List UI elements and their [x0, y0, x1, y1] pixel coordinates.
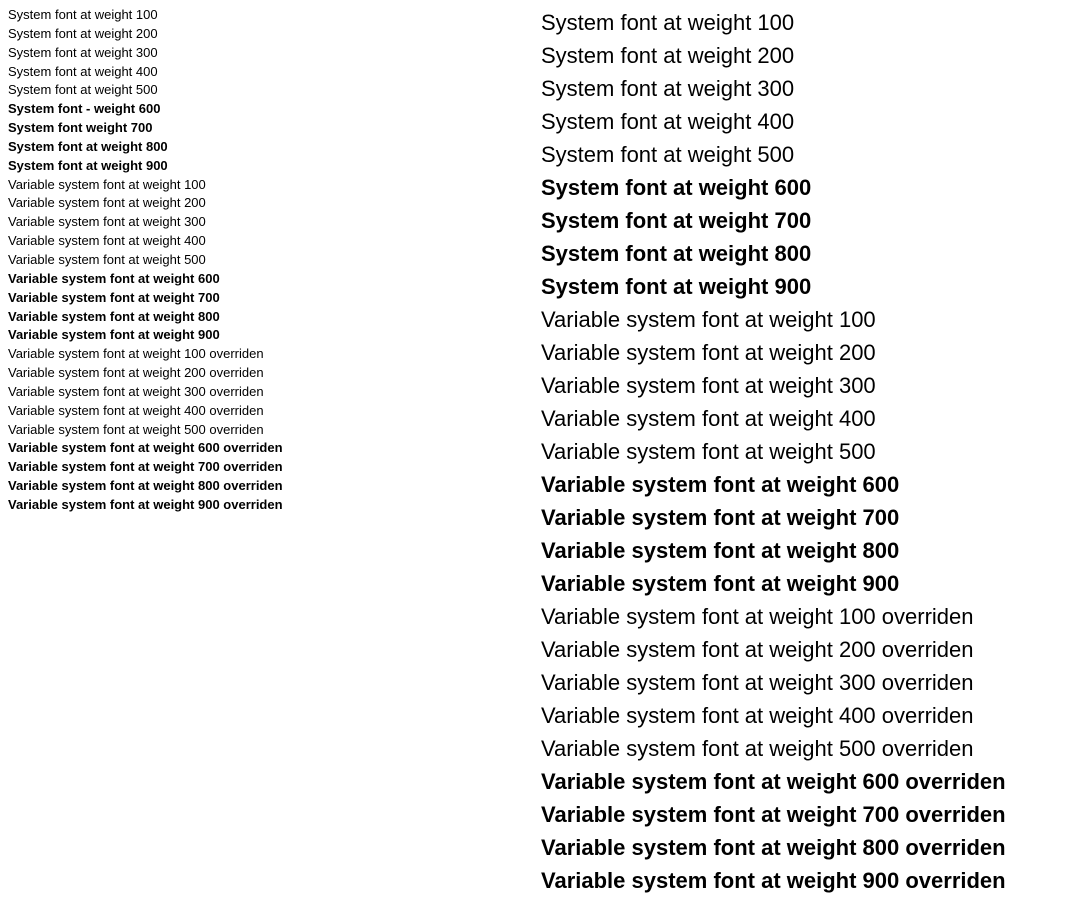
font-weight-line: System font at weight 100: [8, 6, 525, 25]
right-column: System font at weight 100System font at …: [533, 6, 1058, 897]
font-weight-line-large: System font at weight 500: [541, 138, 1058, 171]
font-weight-line-large: Variable system font at weight 400: [541, 402, 1058, 435]
font-weight-line-large: Variable system font at weight 700: [541, 501, 1058, 534]
font-weight-line: Variable system font at weight 600: [8, 270, 525, 289]
font-weight-line: Variable system font at weight 300: [8, 213, 525, 232]
font-weight-line-large: System font at weight 200: [541, 39, 1058, 72]
font-weight-line: System font at weight 300: [8, 44, 525, 63]
font-weight-line: System font at weight 400: [8, 63, 525, 82]
font-weight-line-large: Variable system font at weight 300: [541, 369, 1058, 402]
font-weight-line-large: Variable system font at weight 600 overr…: [541, 765, 1058, 798]
font-weight-line: System font - weight 600: [8, 100, 525, 119]
font-weight-line-large: System font at weight 700: [541, 204, 1058, 237]
font-weight-line: Variable system font at weight 100: [8, 176, 525, 195]
font-weight-line: System font at weight 800: [8, 138, 525, 157]
font-weight-line-large: Variable system font at weight 800: [541, 534, 1058, 567]
font-weight-line: Variable system font at weight 900: [8, 326, 525, 345]
font-weight-line: Variable system font at weight 800: [8, 308, 525, 327]
font-weight-line-large: Variable system font at weight 800 overr…: [541, 831, 1058, 864]
font-weight-line-large: Variable system font at weight 600: [541, 468, 1058, 501]
font-weight-line-large: System font at weight 900: [541, 270, 1058, 303]
font-weight-line-large: System font at weight 800: [541, 237, 1058, 270]
font-weight-line-large: System font at weight 300: [541, 72, 1058, 105]
font-weight-line-large: Variable system font at weight 500 overr…: [541, 732, 1058, 765]
font-weight-line-large: System font at weight 100: [541, 6, 1058, 39]
font-weight-line-large: System font at weight 600: [541, 171, 1058, 204]
font-weight-line: System font at weight 500: [8, 81, 525, 100]
font-weight-line: System font weight 700: [8, 119, 525, 138]
font-weight-line-large: Variable system font at weight 400 overr…: [541, 699, 1058, 732]
font-weight-line-large: Variable system font at weight 200: [541, 336, 1058, 369]
font-weight-line: Variable system font at weight 700 overr…: [8, 458, 525, 477]
font-weight-line-large: System font at weight 400: [541, 105, 1058, 138]
font-weight-line-large: Variable system font at weight 300 overr…: [541, 666, 1058, 699]
font-weight-line-large: Variable system font at weight 100: [541, 303, 1058, 336]
font-weight-line: Variable system font at weight 900 overr…: [8, 496, 525, 515]
font-weight-line: Variable system font at weight 500: [8, 251, 525, 270]
font-weight-line-large: Variable system font at weight 100 overr…: [541, 600, 1058, 633]
left-column: System font at weight 100System font at …: [8, 6, 533, 897]
font-weight-line-large: Variable system font at weight 700 overr…: [541, 798, 1058, 831]
font-weight-line: Variable system font at weight 500 overr…: [8, 421, 525, 440]
font-weight-line: System font at weight 200: [8, 25, 525, 44]
font-weight-line: Variable system font at weight 800 overr…: [8, 477, 525, 496]
font-weight-line: Variable system font at weight 700: [8, 289, 525, 308]
font-weight-line: System font at weight 900: [8, 157, 525, 176]
font-weight-line: Variable system font at weight 200 overr…: [8, 364, 525, 383]
font-weight-line: Variable system font at weight 400 overr…: [8, 402, 525, 421]
font-weight-line-large: Variable system font at weight 500: [541, 435, 1058, 468]
font-weight-line-large: Variable system font at weight 900: [541, 567, 1058, 600]
font-weight-line: Variable system font at weight 600 overr…: [8, 439, 525, 458]
font-weight-line: Variable system font at weight 400: [8, 232, 525, 251]
font-weight-line-large: Variable system font at weight 900 overr…: [541, 864, 1058, 897]
font-weight-line: Variable system font at weight 200: [8, 194, 525, 213]
font-weight-line: Variable system font at weight 300 overr…: [8, 383, 525, 402]
font-weight-line-large: Variable system font at weight 200 overr…: [541, 633, 1058, 666]
font-weight-line: Variable system font at weight 100 overr…: [8, 345, 525, 364]
